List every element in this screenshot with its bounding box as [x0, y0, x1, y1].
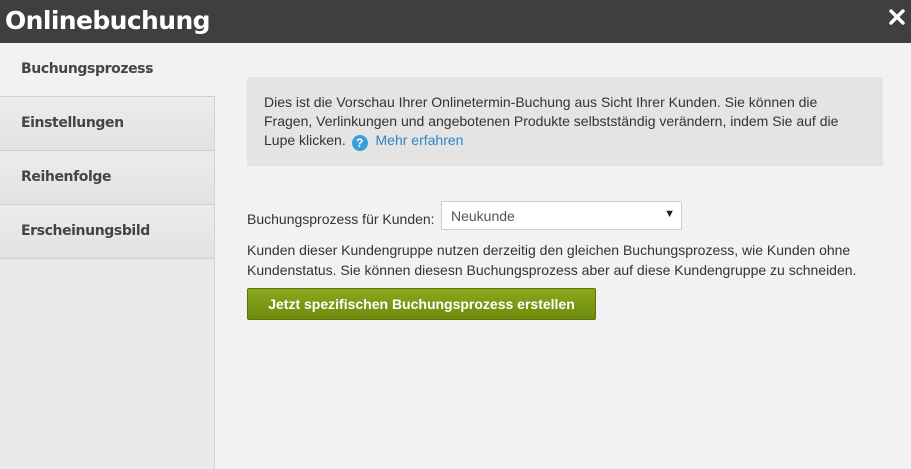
title-bar: Onlinebuchung [0, 0, 911, 43]
sidebar-item-label: Einstellungen [21, 115, 124, 131]
create-process-button[interactable]: Jetzt spezifischen Buchungsprozess erste… [247, 288, 596, 320]
more-info-link[interactable]: Mehr erfahren [376, 132, 464, 148]
sidebar-item-label: Buchungsprozess [21, 61, 154, 77]
chevron-right-icon: › [145, 60, 151, 78]
close-icon[interactable] [888, 8, 906, 26]
customer-process-label: Buchungsprozess für Kunden: [247, 211, 435, 227]
customer-group-select[interactable]: Neukunde ▼ [441, 201, 682, 230]
dropdown-arrow-icon: ▼ [664, 208, 675, 220]
info-box: Dies ist die Vorschau Ihrer Onlinetermin… [247, 77, 883, 166]
sidebar: Buchungsprozess › Einstellungen Reihenfo… [0, 43, 215, 469]
sidebar-item-erscheinungsbild[interactable]: Erscheinungsbild [0, 205, 214, 259]
process-description: Kunden dieser Kundengruppe nutzen derzei… [247, 242, 857, 278]
sidebar-item-einstellungen[interactable]: Einstellungen [0, 97, 214, 151]
customer-process-row: Buchungsprozess für Kunden: Neukunde ▼ [247, 201, 887, 231]
window-title: Onlinebuchung [5, 6, 211, 35]
info-text: Dies ist die Vorschau Ihrer Onlinetermin… [264, 94, 839, 148]
help-icon[interactable]: ? [351, 135, 368, 151]
main-content: Dies ist die Vorschau Ihrer Onlinetermin… [215, 43, 911, 469]
sidebar-item-buchungsprozess[interactable]: Buchungsprozess › [0, 43, 215, 97]
sidebar-item-reihenfolge[interactable]: Reihenfolge [0, 151, 214, 205]
info-text-block: Dies ist die Vorschau Ihrer Onlinetermin… [264, 93, 864, 151]
sidebar-item-label: Reihenfolge [21, 169, 112, 185]
sidebar-item-label: Erscheinungsbild [21, 223, 150, 239]
select-value: Neukunde [451, 208, 515, 224]
